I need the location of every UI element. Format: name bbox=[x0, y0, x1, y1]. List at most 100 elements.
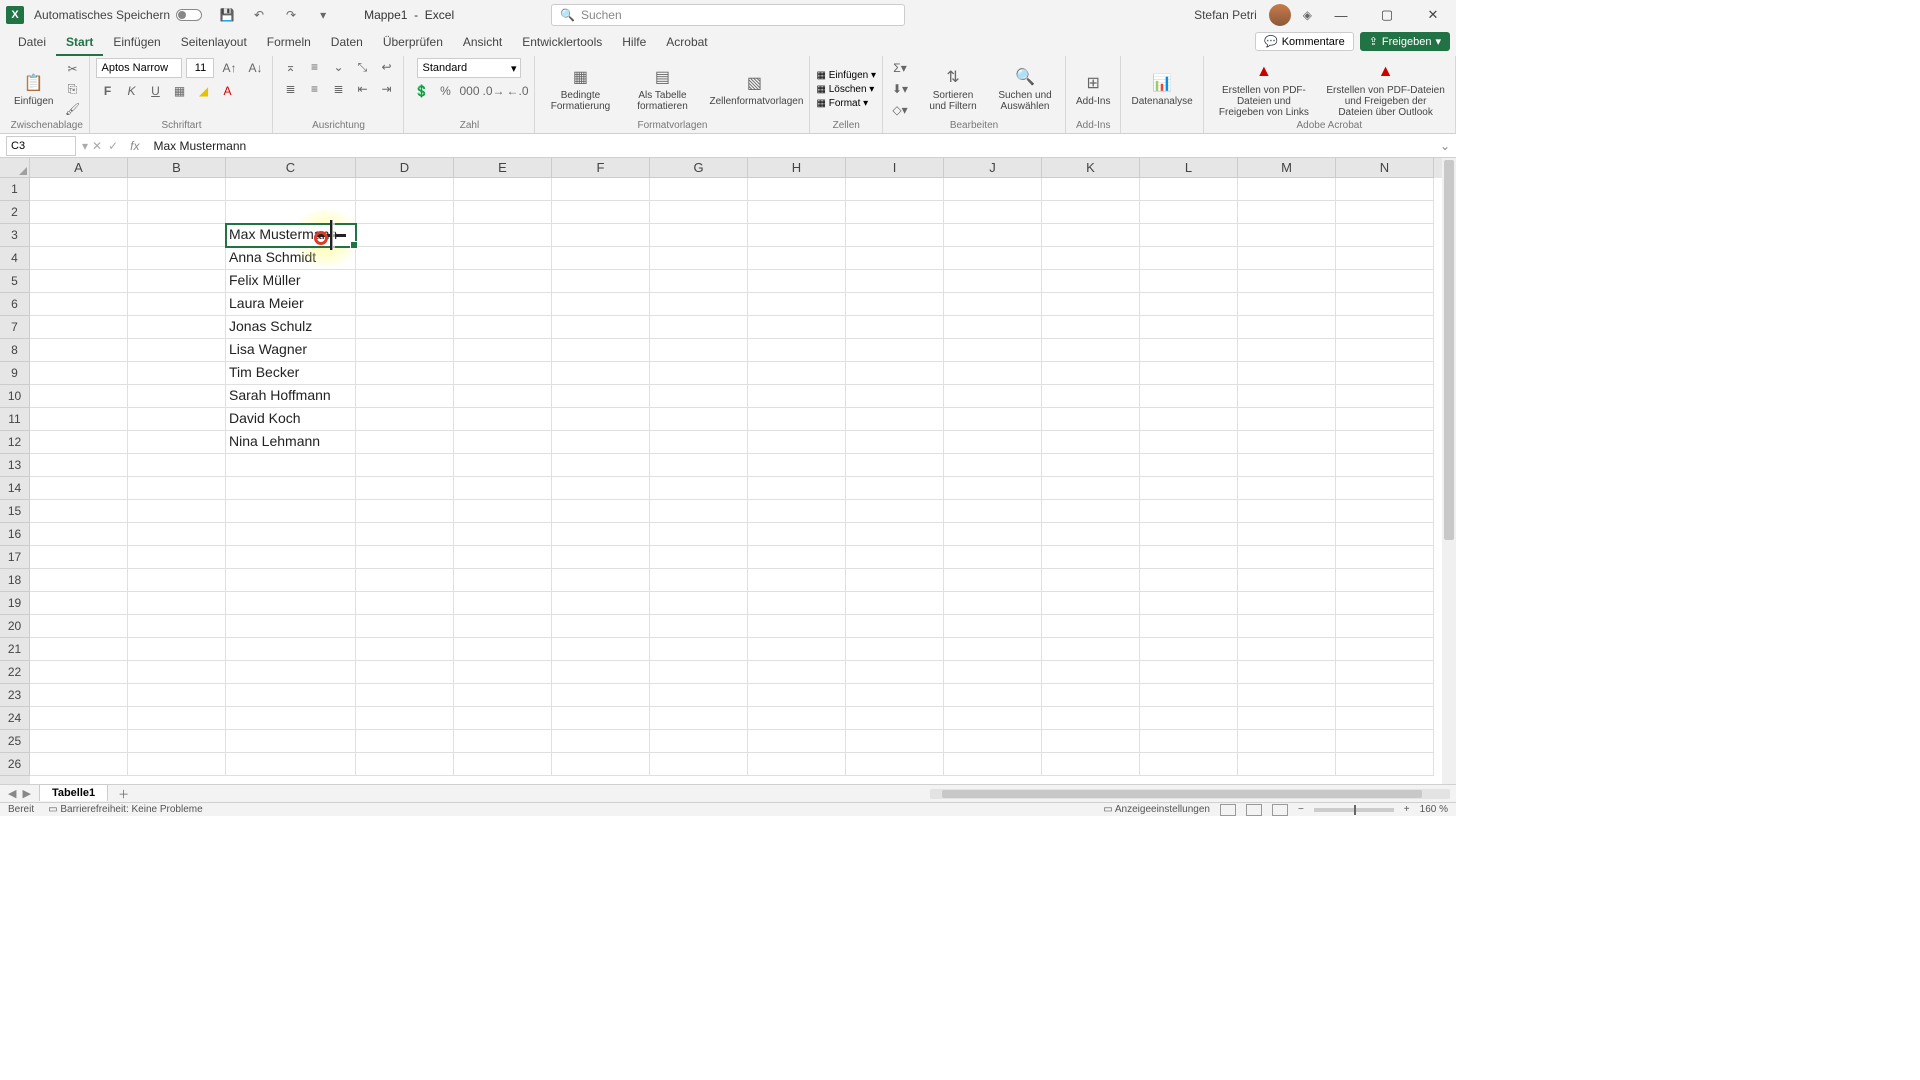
cell-D23[interactable] bbox=[356, 684, 454, 707]
cell-K15[interactable] bbox=[1042, 500, 1140, 523]
cell-F14[interactable] bbox=[552, 477, 650, 500]
wrap-text-icon[interactable]: ↩ bbox=[375, 58, 397, 76]
tab-überprüfen[interactable]: Überprüfen bbox=[373, 31, 453, 56]
cell-C1[interactable] bbox=[226, 178, 356, 201]
cell-C19[interactable] bbox=[226, 592, 356, 615]
cell-C18[interactable] bbox=[226, 569, 356, 592]
tab-entwicklertools[interactable]: Entwicklertools bbox=[512, 31, 612, 56]
cell-H26[interactable] bbox=[748, 753, 846, 776]
cell-G5[interactable] bbox=[650, 270, 748, 293]
font-color-button[interactable]: A bbox=[216, 82, 238, 100]
cell-I1[interactable] bbox=[846, 178, 944, 201]
tab-acrobat[interactable]: Acrobat bbox=[656, 31, 717, 56]
cell-F23[interactable] bbox=[552, 684, 650, 707]
cell-G11[interactable] bbox=[650, 408, 748, 431]
indent-inc-icon[interactable]: ⇥ bbox=[375, 80, 397, 98]
cell-C9[interactable]: Tim Becker bbox=[226, 362, 356, 385]
cell-N13[interactable] bbox=[1336, 454, 1434, 477]
cell-D10[interactable] bbox=[356, 385, 454, 408]
cell-I2[interactable] bbox=[846, 201, 944, 224]
row-header-15[interactable]: 15 bbox=[0, 500, 30, 523]
coming-soon-icon[interactable]: ◈ bbox=[1303, 8, 1312, 22]
cell-M18[interactable] bbox=[1238, 569, 1336, 592]
cell-B20[interactable] bbox=[128, 615, 226, 638]
cell-A22[interactable] bbox=[30, 661, 128, 684]
cell-A25[interactable] bbox=[30, 730, 128, 753]
cell-K12[interactable] bbox=[1042, 431, 1140, 454]
indent-dec-icon[interactable]: ⇤ bbox=[351, 80, 373, 98]
cell-K13[interactable] bbox=[1042, 454, 1140, 477]
cell-G17[interactable] bbox=[650, 546, 748, 569]
dec-decimal-icon[interactable]: ←.0 bbox=[506, 82, 528, 100]
cell-C20[interactable] bbox=[226, 615, 356, 638]
cell-A23[interactable] bbox=[30, 684, 128, 707]
cell-B5[interactable] bbox=[128, 270, 226, 293]
cell-K16[interactable] bbox=[1042, 523, 1140, 546]
cell-L23[interactable] bbox=[1140, 684, 1238, 707]
cell-I20[interactable] bbox=[846, 615, 944, 638]
cell-I5[interactable] bbox=[846, 270, 944, 293]
cell-F26[interactable] bbox=[552, 753, 650, 776]
cell-E19[interactable] bbox=[454, 592, 552, 615]
cell-G22[interactable] bbox=[650, 661, 748, 684]
cell-K21[interactable] bbox=[1042, 638, 1140, 661]
cell-A3[interactable] bbox=[30, 224, 128, 247]
cell-M25[interactable] bbox=[1238, 730, 1336, 753]
cell-E13[interactable] bbox=[454, 454, 552, 477]
col-header-C[interactable]: C bbox=[226, 158, 356, 178]
cell-C14[interactable] bbox=[226, 477, 356, 500]
cell-I4[interactable] bbox=[846, 247, 944, 270]
border-button[interactable]: ▦ bbox=[168, 82, 190, 100]
cell-F11[interactable] bbox=[552, 408, 650, 431]
cell-F2[interactable] bbox=[552, 201, 650, 224]
cell-C8[interactable]: Lisa Wagner bbox=[226, 339, 356, 362]
row-header-19[interactable]: 19 bbox=[0, 592, 30, 615]
col-header-G[interactable]: G bbox=[650, 158, 748, 178]
cell-H3[interactable] bbox=[748, 224, 846, 247]
cell-K5[interactable] bbox=[1042, 270, 1140, 293]
cell-K18[interactable] bbox=[1042, 569, 1140, 592]
cell-L10[interactable] bbox=[1140, 385, 1238, 408]
cell-J8[interactable] bbox=[944, 339, 1042, 362]
cell-N15[interactable] bbox=[1336, 500, 1434, 523]
cell-K3[interactable] bbox=[1042, 224, 1140, 247]
cell-N8[interactable] bbox=[1336, 339, 1434, 362]
cell-N21[interactable] bbox=[1336, 638, 1434, 661]
cell-D1[interactable] bbox=[356, 178, 454, 201]
find-select-button[interactable]: 🔍Suchen und Auswählen bbox=[991, 64, 1059, 114]
view-normal-icon[interactable] bbox=[1220, 804, 1236, 816]
cell-J18[interactable] bbox=[944, 569, 1042, 592]
cell-F7[interactable] bbox=[552, 316, 650, 339]
cell-A20[interactable] bbox=[30, 615, 128, 638]
cell-D6[interactable] bbox=[356, 293, 454, 316]
cell-F9[interactable] bbox=[552, 362, 650, 385]
cell-B9[interactable] bbox=[128, 362, 226, 385]
align-left-icon[interactable]: ≣ bbox=[279, 80, 301, 98]
cell-C17[interactable] bbox=[226, 546, 356, 569]
cell-H1[interactable] bbox=[748, 178, 846, 201]
cell-B10[interactable] bbox=[128, 385, 226, 408]
cell-K7[interactable] bbox=[1042, 316, 1140, 339]
cell-D2[interactable] bbox=[356, 201, 454, 224]
cell-L5[interactable] bbox=[1140, 270, 1238, 293]
cell-A15[interactable] bbox=[30, 500, 128, 523]
cell-I17[interactable] bbox=[846, 546, 944, 569]
cell-B18[interactable] bbox=[128, 569, 226, 592]
cell-J23[interactable] bbox=[944, 684, 1042, 707]
cell-F4[interactable] bbox=[552, 247, 650, 270]
minimize-button[interactable]: — bbox=[1324, 3, 1358, 27]
cell-E8[interactable] bbox=[454, 339, 552, 362]
format-cells-button[interactable]: ▦ Format ▾ bbox=[816, 98, 876, 109]
cells-area[interactable]: Max MustermannAnna SchmidtFelix MüllerLa… bbox=[30, 178, 1442, 784]
cell-D12[interactable] bbox=[356, 431, 454, 454]
italic-button[interactable]: K bbox=[120, 82, 142, 100]
cell-E24[interactable] bbox=[454, 707, 552, 730]
cell-I9[interactable] bbox=[846, 362, 944, 385]
cell-E22[interactable] bbox=[454, 661, 552, 684]
cell-E16[interactable] bbox=[454, 523, 552, 546]
cell-H25[interactable] bbox=[748, 730, 846, 753]
cell-J1[interactable] bbox=[944, 178, 1042, 201]
cell-J19[interactable] bbox=[944, 592, 1042, 615]
cell-C10[interactable]: Sarah Hoffmann bbox=[226, 385, 356, 408]
cell-E3[interactable] bbox=[454, 224, 552, 247]
